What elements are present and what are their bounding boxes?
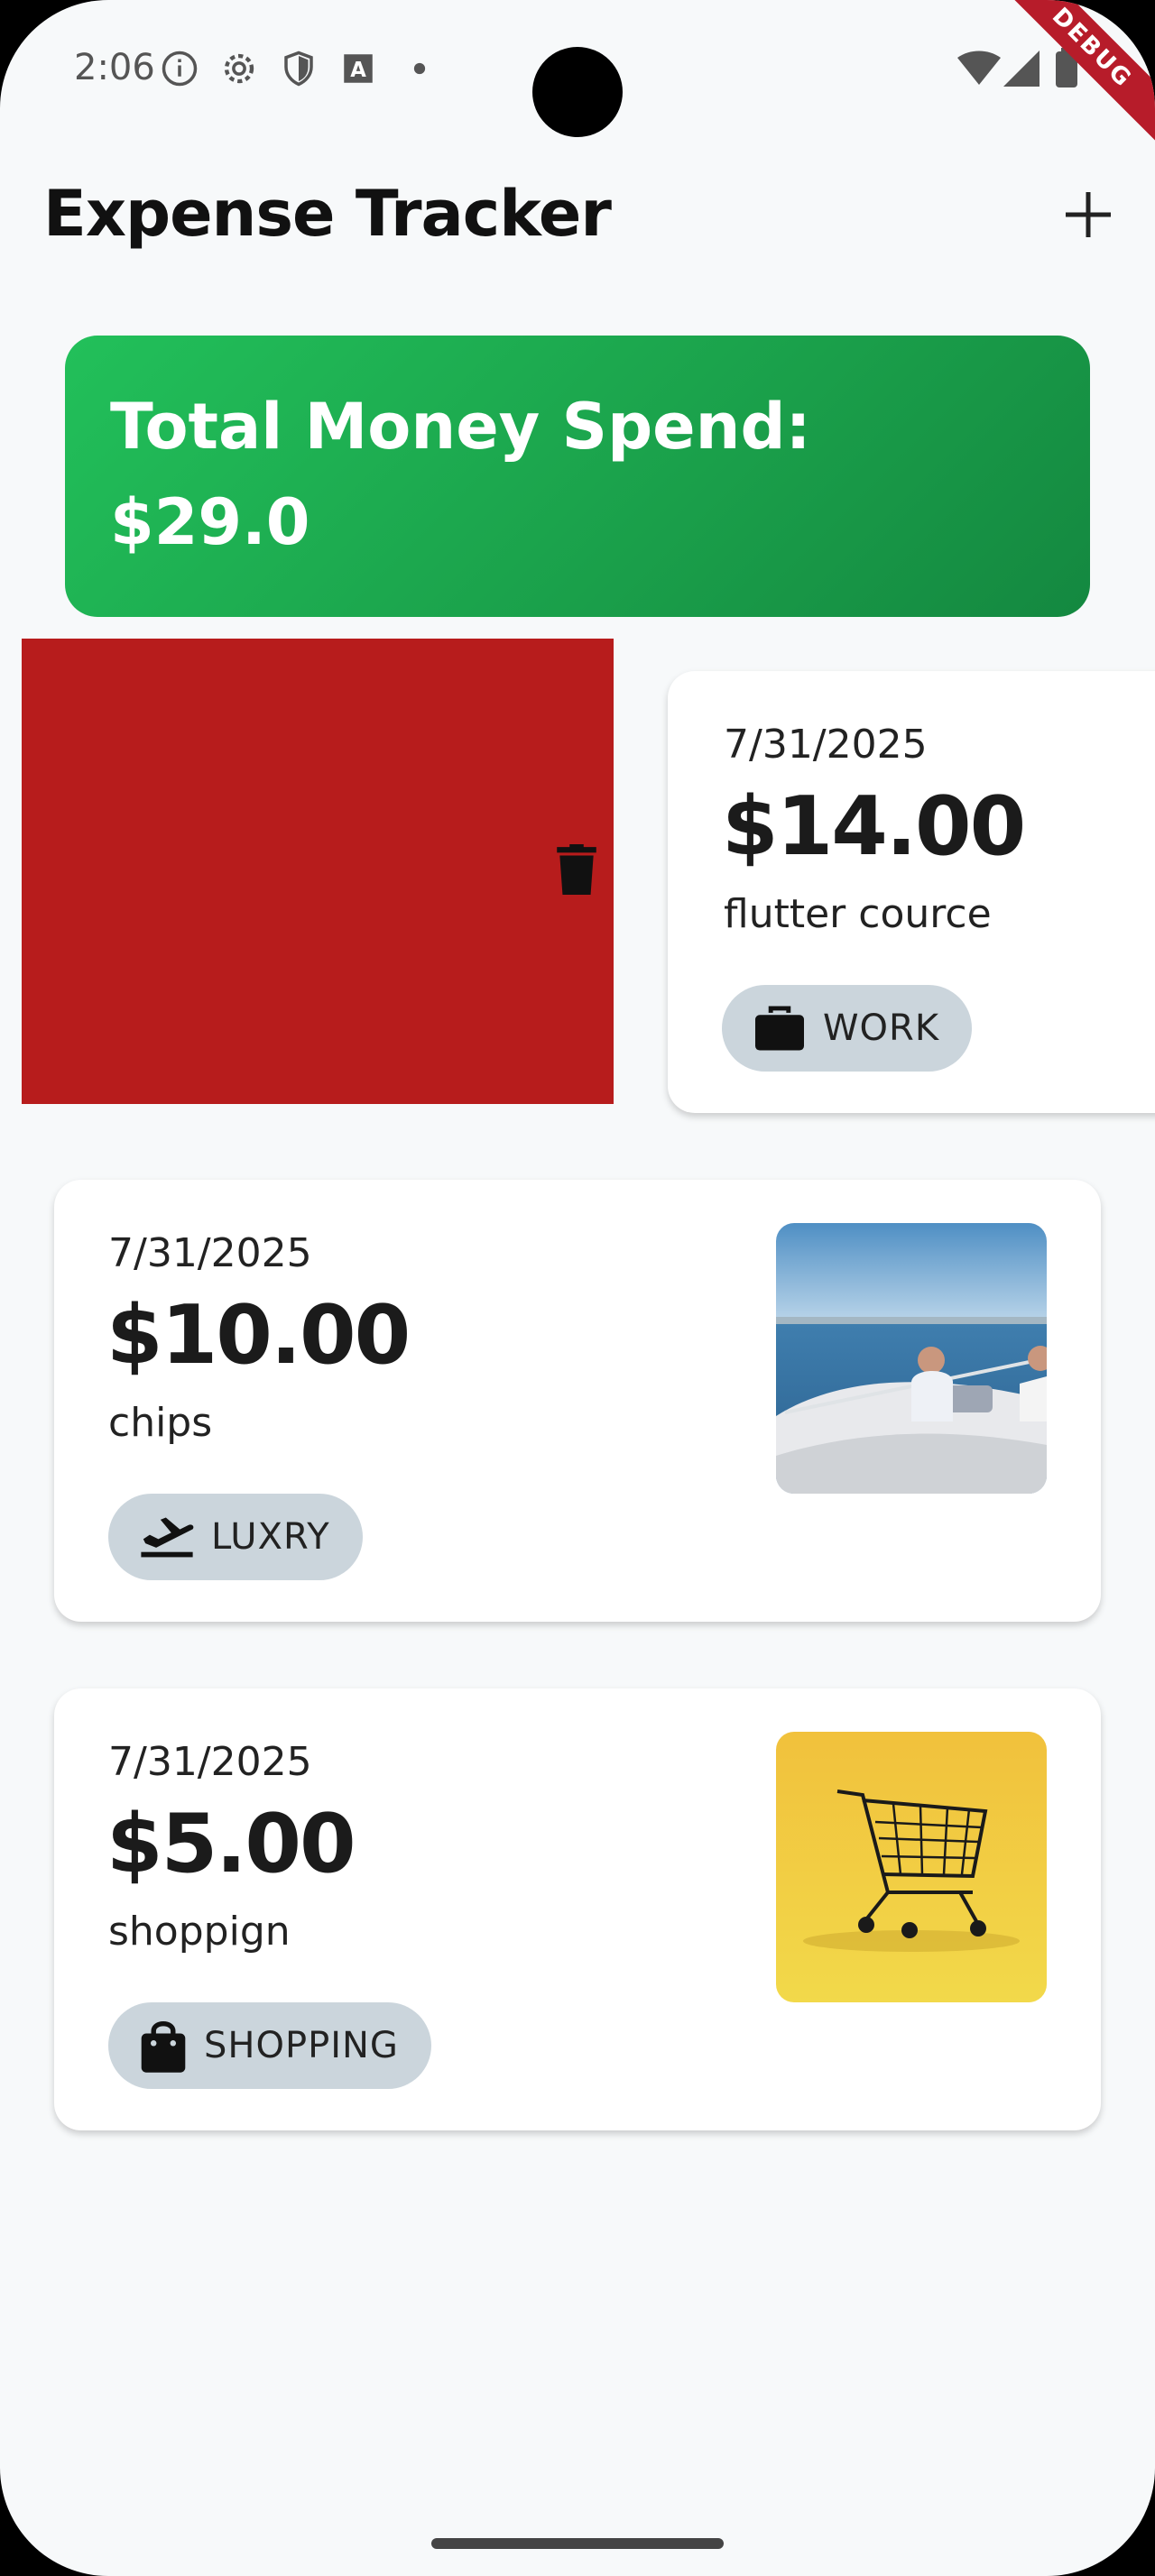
expense-card[interactable]: 7/31/2025 $5.00 shoppign SHOPPING: [54, 1688, 1101, 2130]
status-time: 2:06: [74, 47, 155, 88]
category-chip: WORK: [722, 985, 973, 1072]
expense-title: chips: [108, 1400, 213, 1446]
settings-icon: [224, 53, 254, 84]
category-label: WORK: [823, 1007, 940, 1049]
expense-amount: $5.00: [106, 1797, 356, 1891]
home-indicator[interactable]: [431, 2538, 724, 2549]
trash-icon: [557, 844, 596, 895]
svg-text:A: A: [350, 59, 366, 82]
info-icon: [162, 51, 198, 87]
yacht-photo: [776, 1223, 1047, 1494]
briefcase-icon: [755, 1006, 804, 1051]
expense-amount: $14.00: [722, 779, 1026, 874]
font-icon: A: [344, 54, 373, 83]
expense-title: shoppign: [108, 1909, 291, 1955]
total-spend-value: $29.0: [110, 485, 310, 559]
shopping-bag-icon: [141, 2021, 186, 2073]
total-spend-label: Total Money Spend:: [110, 390, 811, 464]
plus-icon: [1066, 192, 1111, 237]
expense-amount: $10.00: [106, 1288, 411, 1383]
expense-date: 7/31/2025: [108, 1230, 312, 1276]
wifi-icon: [957, 51, 1001, 85]
phone-screen: 2:06 A DEBUG Expense Tracker Total Money…: [0, 0, 1155, 2576]
shield-icon: [284, 51, 313, 87]
page-title: Expense Tracker: [43, 177, 612, 251]
expense-date: 7/31/2025: [724, 722, 928, 768]
category-chip: SHOPPING: [108, 2002, 431, 2089]
status-bar: 2:06 A DEBUG: [0, 0, 1155, 146]
signal-icon: [1003, 51, 1040, 87]
add-expense-button[interactable]: [1061, 188, 1115, 242]
category-label: LUXRY: [211, 1516, 330, 1558]
expense-date: 7/31/2025: [108, 1739, 312, 1785]
category-chip: LUXRY: [108, 1494, 363, 1580]
shopping-cart-photo: [776, 1732, 1047, 2002]
total-spend-card: Total Money Spend: $29.0: [65, 336, 1090, 617]
expense-card[interactable]: 7/31/2025 $10.00 chips LUXRY: [54, 1180, 1101, 1622]
category-label: SHOPPING: [204, 2025, 399, 2066]
expense-title: flutter cource: [724, 891, 992, 937]
expense-card[interactable]: 7/31/2025 $14.00 flutter cource WORK: [668, 671, 1155, 1113]
front-camera: [532, 47, 623, 137]
dot-icon: [413, 62, 426, 75]
flight-takeoff-icon: [141, 1517, 194, 1558]
swipe-delete-background[interactable]: [22, 639, 614, 1104]
